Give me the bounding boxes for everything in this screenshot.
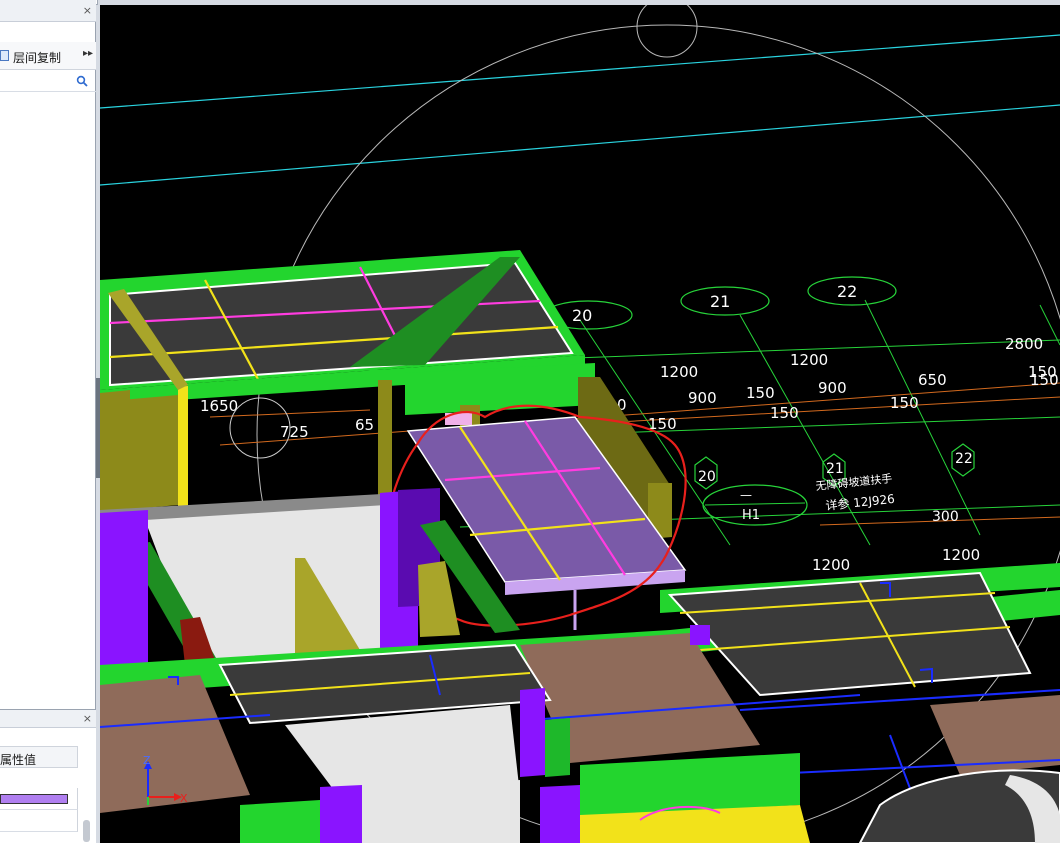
close-icon[interactable]: ×: [83, 5, 92, 17]
floor-slab-brown[interactable]: [100, 675, 250, 813]
properties-panel-header: ×: [0, 710, 96, 728]
app-window: × 层间复制 ▸▸ × 属性值 20 21 22 1200 1200 2800 …: [0, 0, 1060, 843]
cyan-grid-lines: [100, 34, 1060, 186]
wall-green: [240, 800, 320, 843]
column: [378, 380, 392, 495]
property-row[interactable]: [0, 810, 78, 832]
close-icon[interactable]: ×: [83, 713, 92, 725]
beam: [122, 395, 178, 510]
dimension-label: 65: [355, 416, 374, 434]
dimension-label: 900: [688, 389, 717, 407]
search-input[interactable]: [2, 74, 72, 90]
wall-grey: [362, 780, 520, 843]
panel-header: ×: [0, 0, 96, 22]
column-purple: [320, 785, 362, 843]
panel-toolbar: 层间复制 ▸▸: [0, 42, 96, 70]
dimension-label: 150: [746, 384, 775, 402]
dimension-label: 150: [770, 404, 799, 422]
property-value-column-header: 属性值: [0, 753, 37, 767]
annotation-tag-bottom: H1: [742, 508, 760, 523]
grid-bubble-label: 21: [710, 292, 730, 311]
dimension-label: 900: [818, 379, 847, 397]
dimension-label: 2800: [1005, 335, 1043, 353]
annotation-tag-top: —: [740, 488, 752, 502]
dimension-label: 150: [1030, 371, 1059, 389]
floor-slab[interactable]: [667, 571, 1032, 697]
search-bar: [0, 72, 96, 92]
grid-bubble-label: 22: [837, 282, 857, 301]
grid-bubble-label: 20: [698, 469, 716, 485]
column-purple: [100, 510, 148, 670]
wall-green: [545, 718, 570, 777]
floor-copy-button[interactable]: 层间复制: [13, 49, 61, 66]
dimension-label: 300: [932, 509, 959, 525]
axis-label-z: Z: [143, 754, 151, 767]
dimension-label: 725: [280, 423, 309, 441]
scrollbar-thumb[interactable]: [83, 820, 90, 842]
color-swatch[interactable]: [0, 794, 68, 804]
annotation-text: 详参 12J926: [825, 491, 896, 513]
axis-label-x: X: [180, 792, 188, 805]
dimension-label: 1200: [660, 363, 698, 381]
grid-bubble-label: 20: [572, 306, 592, 325]
dimension-label: 150: [890, 394, 919, 412]
dimension-label: 650: [918, 371, 947, 389]
dimension-label: 1650: [200, 397, 238, 415]
model-canvas[interactable]: 20 21 22 1200 1200 2800 150 0 900 150 90…: [100, 5, 1060, 843]
search-icon[interactable]: [76, 75, 88, 87]
properties-panel: × 属性值: [0, 709, 96, 843]
property-grid-header: 属性值: [0, 746, 78, 768]
toolbar-overflow-icon[interactable]: ▸▸: [83, 48, 93, 59]
column-purple: [520, 688, 545, 777]
dimension-label: 1200: [790, 351, 828, 369]
column-purple: [540, 785, 580, 843]
dimension-label: 1200: [942, 546, 980, 564]
left-panel: × 层间复制 ▸▸ × 属性值: [0, 0, 96, 843]
grid-bubble-label: 22: [955, 451, 973, 467]
3d-viewport[interactable]: 20 21 22 1200 1200 2800 150 0 900 150 90…: [100, 5, 1060, 843]
grid-bubble-label: 21: [826, 461, 844, 477]
floor-copy-icon: [0, 50, 9, 61]
column-purple: [690, 625, 710, 645]
orbit-handle-circle[interactable]: [636, 5, 698, 58]
property-row[interactable]: [0, 788, 78, 810]
dimension-label: 1200: [812, 556, 850, 574]
beam: [178, 386, 188, 508]
